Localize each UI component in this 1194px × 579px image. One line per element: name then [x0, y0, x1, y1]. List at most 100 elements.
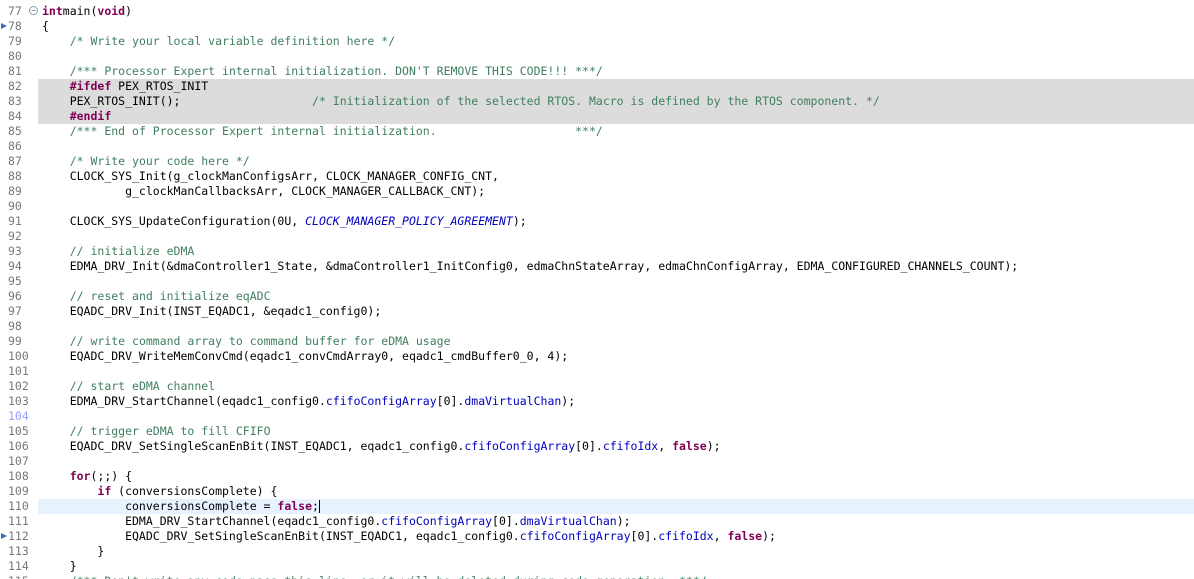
code-line[interactable]: 77− intmain(void) [0, 4, 1194, 19]
code-line[interactable]: 100 EQADC_DRV_WriteMemConvCmd(eqadc1_con… [0, 349, 1194, 364]
code-line[interactable]: 114 } [0, 559, 1194, 574]
code-text[interactable]: conversionsComplete = false; [42, 499, 320, 514]
code-line[interactable]: 79 /* Write your local variable definiti… [0, 34, 1194, 49]
code-text[interactable]: #endif [42, 109, 112, 124]
code-line[interactable]: 115 /*** Don't write any code pass this … [0, 574, 1194, 579]
code-line[interactable]: 97 EQADC_DRV_Init(INST_EQADC1, &eqadc1_c… [0, 304, 1194, 319]
code-line[interactable]: 90 [0, 199, 1194, 214]
code-token: cfifoConfigArray [381, 514, 493, 528]
code-text[interactable]: for(;;) { [42, 469, 132, 484]
code-text[interactable]: EQADC_DRV_SetSingleScanEnBit(INST_EQADC1… [42, 439, 721, 454]
line-number: 80 [0, 49, 38, 64]
code-line[interactable]: 83 PEX_RTOS_INIT(); /* Initialization of… [0, 94, 1194, 109]
code-line[interactable]: 113 } [0, 544, 1194, 559]
code-token: ; [312, 499, 319, 513]
code-line[interactable]: 86 [0, 139, 1194, 154]
code-line[interactable]: 98 [0, 319, 1194, 334]
code-token: EDMA_DRV_StartChannel(eqadc1_config0. [42, 394, 326, 408]
code-line[interactable]: 94 EDMA_DRV_Init(&dmaController1_State, … [0, 259, 1194, 274]
code-line[interactable]: 93 // initialize eDMA [0, 244, 1194, 259]
code-text[interactable]: g_clockManCallbacksArr, CLOCK_MANAGER_CA… [42, 184, 485, 199]
code-line[interactable]: 109 if (conversionsComplete) { [0, 484, 1194, 499]
code-line[interactable]: 85 /*** End of Processor Expert internal… [0, 124, 1194, 139]
code-line[interactable]: 104 [0, 409, 1194, 424]
code-line[interactable]: 88 CLOCK_SYS_Init(g_clockManConfigsArr, … [0, 169, 1194, 184]
code-text[interactable]: } [42, 559, 77, 574]
override-marker-icon[interactable] [1, 23, 7, 29]
code-line[interactable]: 110 conversionsComplete = false; [0, 499, 1194, 514]
code-text[interactable]: EDMA_DRV_StartChannel(eqadc1_config0.cfi… [42, 514, 630, 529]
code-line[interactable]: 103 EDMA_DRV_StartChannel(eqadc1_config0… [0, 394, 1194, 409]
code-line[interactable]: 95 [0, 274, 1194, 289]
line-number: 88 [0, 169, 38, 184]
code-text[interactable]: CLOCK_SYS_UpdateConfiguration(0U, CLOCK_… [42, 214, 527, 229]
code-text[interactable]: { [42, 19, 49, 34]
code-text[interactable]: // initialize eDMA [42, 244, 195, 259]
code-token: EQADC_DRV_SetSingleScanEnBit(INST_EQADC1… [42, 529, 520, 543]
line-number: 99 [0, 334, 38, 349]
code-line[interactable]: 89 g_clockManCallbacksArr, CLOCK_MANAGER… [0, 184, 1194, 199]
code-text[interactable]: CLOCK_SYS_Init(g_clockManConfigsArr, CLO… [42, 169, 499, 184]
code-line[interactable]: 111 EDMA_DRV_StartChannel(eqadc1_config0… [0, 514, 1194, 529]
code-text[interactable]: EQADC_DRV_Init(INST_EQADC1, &eqadc1_conf… [42, 304, 382, 319]
code-text[interactable]: // start eDMA channel [42, 379, 215, 394]
code-text[interactable]: // trigger eDMA to fill CFIFO [42, 424, 271, 439]
code-editor[interactable]: 77− intmain(void) 78{79 /* Write your loca… [0, 0, 1194, 579]
line-number: 96 [0, 289, 38, 304]
code-text[interactable]: /* Write your local variable definition … [42, 34, 395, 49]
line-number: 97 [0, 304, 38, 319]
code-text[interactable]: EQADC_DRV_WriteMemConvCmd(eqadc1_convCmd… [42, 349, 569, 364]
code-line[interactable]: 106 EQADC_DRV_SetSingleScanEnBit(INST_EQ… [0, 439, 1194, 454]
code-line[interactable]: 102 // start eDMA channel [0, 379, 1194, 394]
code-token: cfifoIdx [602, 439, 659, 453]
code-token: /*** Processor Expert internal initializ… [69, 64, 603, 78]
code-text[interactable]: /*** Processor Expert internal initializ… [42, 64, 603, 79]
line-number: 101 [0, 364, 38, 379]
code-text[interactable]: /*** Don't write any code pass this line… [42, 574, 707, 579]
code-token: false [727, 529, 763, 543]
code-text[interactable]: } [42, 544, 104, 559]
code-line[interactable]: 107 [0, 454, 1194, 469]
code-text[interactable]: EQADC_DRV_SetSingleScanEnBit(INST_EQADC1… [42, 529, 776, 544]
code-token: // reset and initialize eqADC [69, 289, 271, 303]
code-line[interactable]: 96 // reset and initialize eqADC [0, 289, 1194, 304]
code-line[interactable]: 101 [0, 364, 1194, 379]
code-text[interactable]: intmain(void) [42, 4, 132, 19]
code-line[interactable]: 112 EQADC_DRV_SetSingleScanEnBit(INST_EQ… [0, 529, 1194, 544]
override-marker-icon[interactable] [1, 533, 7, 539]
line-number: 84 [0, 109, 38, 124]
code-line[interactable]: 92 [0, 229, 1194, 244]
code-line[interactable]: 87 /* Write your code here */ [0, 154, 1194, 169]
code-token: int [42, 4, 63, 18]
code-lines[interactable]: 77− intmain(void) 78{79 /* Write your loca… [0, 4, 1194, 579]
code-line[interactable]: 108 for(;;) { [0, 469, 1194, 484]
code-text[interactable]: if (conversionsComplete) { [42, 484, 277, 499]
code-line[interactable]: 99 // write command array to command buf… [0, 334, 1194, 349]
code-line[interactable]: 82 #ifdef PEX_RTOS_INIT [0, 79, 1194, 94]
code-text[interactable]: /*** End of Processor Expert internal in… [42, 124, 603, 139]
code-text[interactable]: /* Write your code here */ [42, 154, 250, 169]
code-text[interactable]: PEX_RTOS_INIT(); /* Initialization of th… [42, 94, 880, 109]
code-line[interactable]: 84 #endif [0, 109, 1194, 124]
line-number: 110 [0, 499, 38, 514]
code-text[interactable]: // write command array to command buffer… [42, 334, 451, 349]
code-text[interactable]: EDMA_DRV_StartChannel(eqadc1_config0.cfi… [42, 394, 575, 409]
code-token: ); [762, 529, 776, 543]
code-text[interactable]: #ifdef PEX_RTOS_INIT [42, 79, 208, 94]
code-line[interactable]: 105 // trigger eDMA to fill CFIFO [0, 424, 1194, 439]
code-line[interactable]: 80 [0, 49, 1194, 64]
code-line[interactable]: 81 /*** Processor Expert internal initia… [0, 64, 1194, 79]
code-text[interactable]: // reset and initialize eqADC [42, 289, 271, 304]
code-token: false [277, 499, 313, 513]
code-token: false [672, 439, 707, 453]
code-line[interactable]: 78{ [0, 19, 1194, 34]
code-token: /* Write your code here */ [69, 154, 250, 168]
code-line[interactable]: 91 CLOCK_SYS_UpdateConfiguration(0U, CLO… [0, 214, 1194, 229]
code-text[interactable]: EDMA_DRV_Init(&dmaController1_State, &dm… [42, 259, 1019, 274]
line-number: 83 [0, 94, 38, 109]
fold-toggle-icon[interactable]: − [29, 6, 38, 15]
